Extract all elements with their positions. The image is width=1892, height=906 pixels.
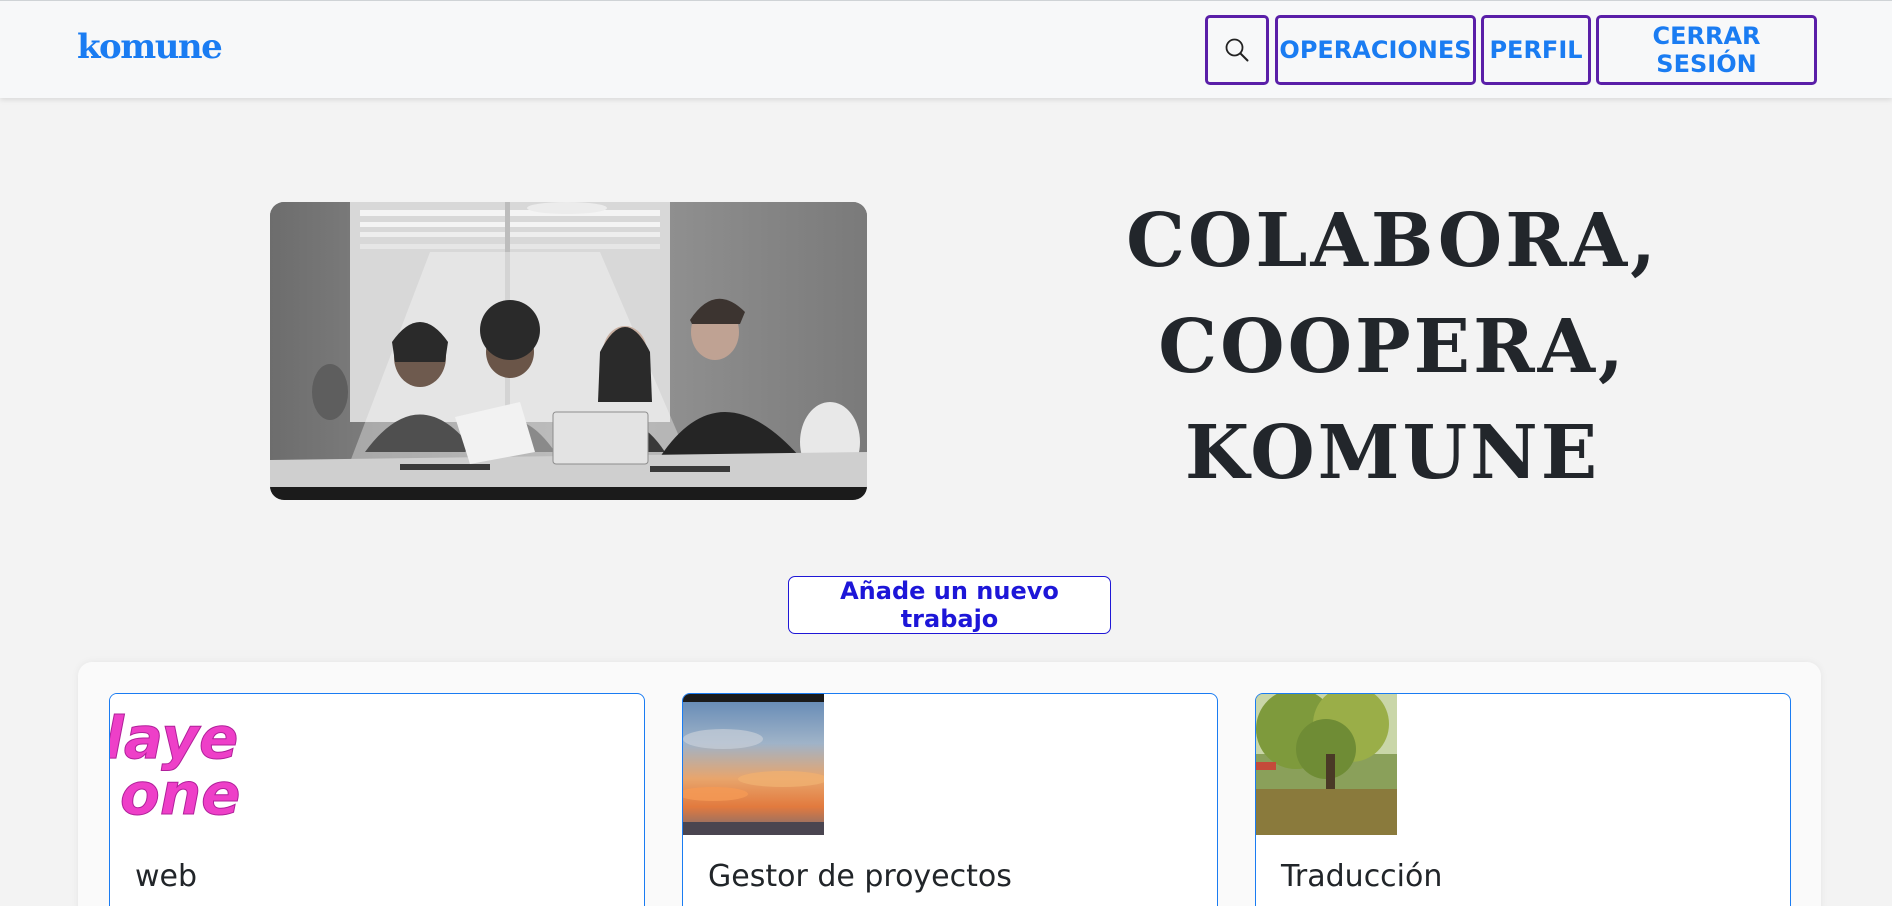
job-card[interactable]: laye one web [109,693,645,906]
job-card[interactable]: Traducción [1255,693,1791,906]
player-one-logo: laye one [110,694,251,835]
job-title: Traducción [1281,859,1443,894]
navbar: komune OPERACIONES PERFIL CERRAR SESIÓN [0,0,1892,98]
nav-cerrar-sesion-button[interactable]: CERRAR SESIÓN [1596,15,1817,85]
nav-perfil-button[interactable]: PERFIL [1481,15,1591,85]
job-card[interactable]: Gestor de proyectos [682,693,1218,906]
job-title: web [135,859,198,894]
brand-logo[interactable]: komune [77,27,223,67]
team-meeting-illustration [270,202,867,500]
search-button[interactable] [1205,15,1269,85]
hero-image [270,202,867,500]
nav-operaciones-button[interactable]: OPERACIONES [1275,15,1476,85]
add-job-button[interactable]: Añade un nuevo trabajo [788,576,1111,634]
job-thumbnail [1256,694,1397,835]
park-tree-photo [1256,694,1397,835]
hero-title-line: COOPERA, [1158,304,1627,390]
thumb-text-line: one [120,760,240,828]
search-icon [1225,38,1249,62]
sunset-sky-photo [683,694,824,835]
job-thumbnail [683,694,824,835]
job-thumbnail: laye one [110,694,251,835]
hero-title-line: KOMUNE [1184,410,1601,496]
job-title: Gestor de proyectos [708,859,1012,894]
hero-title-line: COLABORA, [1126,198,1659,284]
hero-title: COLABORA, COOPERA, KOMUNE [1080,188,1705,506]
